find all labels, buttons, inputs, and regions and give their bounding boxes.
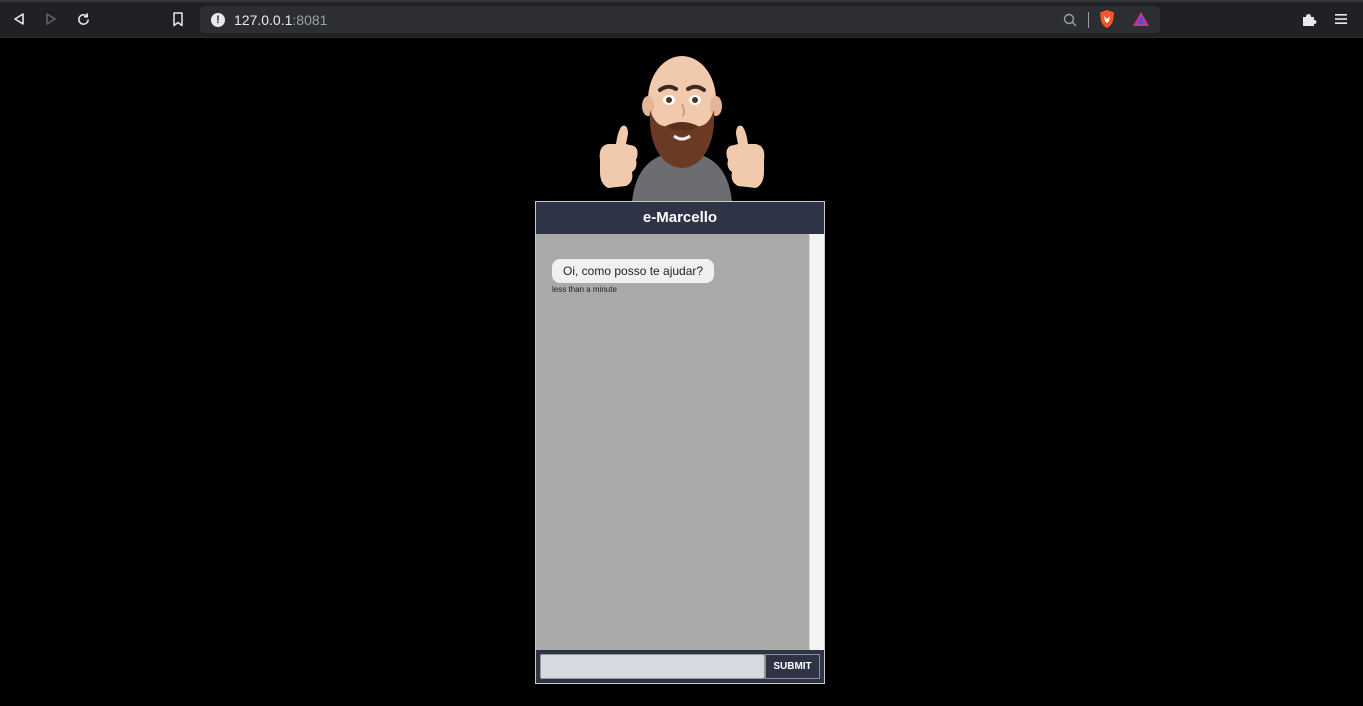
bookmark-icon[interactable] [168,9,188,29]
menu-icon[interactable] [1331,9,1351,29]
brave-shield-icon[interactable] [1097,9,1117,29]
chat-footer: SUBMIT [536,650,824,683]
chat-scrollbar[interactable] [809,234,824,650]
extensions-icon[interactable] [1299,9,1319,29]
zoom-icon[interactable] [1060,10,1080,30]
url-text[interactable]: 127.0.0.1:8081 [234,12,327,28]
chat-widget: e-Marcello Oi, como posso te ajudar? les… [535,201,825,684]
browser-toolbar: ! 127.0.0.1:8081 [0,0,1363,38]
message-bubble: Oi, como posso te ajudar? [552,259,715,283]
chat-title: e-Marcello [536,202,824,234]
address-bar-divider [1088,12,1089,28]
brave-rewards-icon[interactable] [1131,9,1151,29]
address-bar[interactable]: ! 127.0.0.1:8081 [200,6,1160,33]
reload-icon[interactable] [73,9,93,29]
forward-icon[interactable] [41,9,61,29]
avatar [599,56,765,202]
url-port: :8081 [292,12,328,28]
site-info-icon[interactable]: ! [211,13,225,27]
url-host: 127.0.0.1 [234,12,293,28]
back-icon[interactable] [9,9,29,29]
message-timestamp: less than a minute [552,285,617,294]
chat-messages[interactable]: Oi, como posso te ajudar? less than a mi… [536,234,824,650]
message-input[interactable] [540,654,765,679]
submit-button[interactable]: SUBMIT [765,654,820,679]
tab-strip [0,0,1363,2]
